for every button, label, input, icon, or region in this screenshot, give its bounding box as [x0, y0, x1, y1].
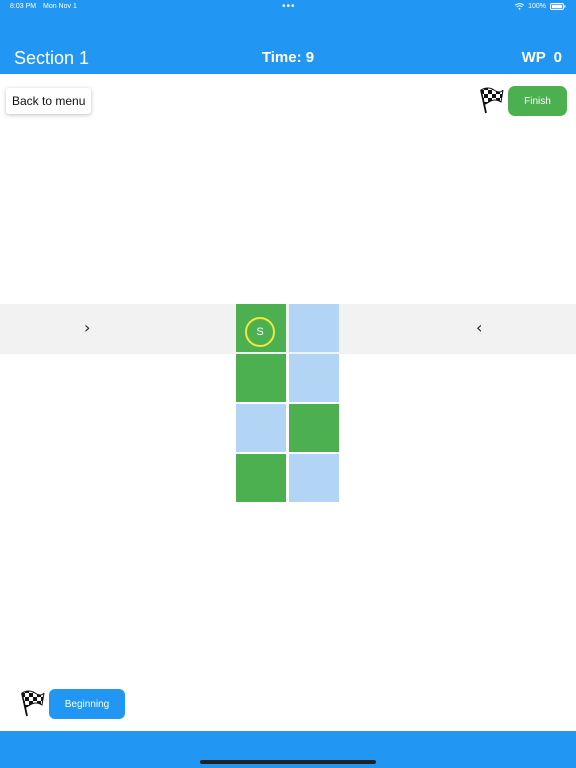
grid-cell-blue[interactable]: [289, 354, 339, 402]
wp-counter: WP 0: [521, 49, 562, 66]
grid-cell-green[interactable]: [289, 404, 339, 452]
grid-cell-blue[interactable]: [236, 404, 286, 452]
arrow-right-icon[interactable]: ›: [84, 318, 90, 337]
multitasking-dots[interactable]: •••: [282, 1, 296, 12]
grid-cell-green[interactable]: S: [236, 304, 286, 352]
header-bar: 8:03 PM Mon Nov 1 ••• 100% Section 1 Tim…: [0, 0, 576, 74]
home-indicator[interactable]: [200, 760, 376, 764]
app-root: 8:03 PM Mon Nov 1 ••• 100% Section 1 Tim…: [0, 0, 576, 768]
status-date: Mon Nov 1: [43, 3, 77, 10]
grid-cell-blue[interactable]: [289, 454, 339, 502]
arrow-left-icon[interactable]: ‹: [476, 318, 482, 337]
start-marker: S: [245, 317, 275, 347]
battery-icon: [550, 3, 566, 10]
grid-cell-green[interactable]: [236, 354, 286, 402]
section-title: Section 1: [14, 48, 90, 68]
checkered-flag-icon: [476, 86, 504, 114]
status-right: 100%: [515, 3, 566, 10]
battery-percent: 100%: [528, 3, 546, 10]
back-to-menu-button[interactable]: Back to menu: [6, 88, 92, 114]
tile-grid: S: [236, 304, 340, 504]
grid-cell-blue[interactable]: [289, 304, 339, 352]
checkered-flag-icon: [17, 689, 45, 717]
beginning-button[interactable]: Beginning: [49, 689, 125, 719]
status-time: 8:03 PM: [10, 3, 37, 10]
finish-button[interactable]: Finish: [508, 86, 567, 116]
grid-cell-green[interactable]: [236, 454, 286, 502]
wifi-icon: [515, 3, 525, 10]
